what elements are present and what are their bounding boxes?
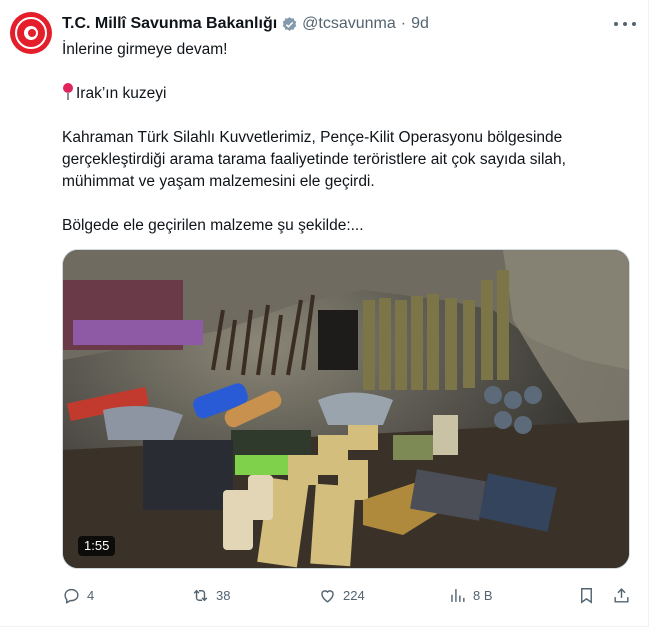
like-count: 224: [343, 587, 365, 603]
author-handle[interactable]: @tcsavunma: [302, 15, 396, 33]
reply-count: 4: [87, 587, 95, 603]
emblem-icon: [15, 17, 47, 49]
tweet-paragraph-line: gerçekleştirdiği arama tarama faaliyetin…: [62, 151, 566, 168]
avatar[interactable]: [10, 12, 52, 54]
share-icon: [614, 587, 629, 603]
share-button[interactable]: [612, 583, 637, 607]
author-name[interactable]: T.C. Millî Savunma Bakanlığı: [62, 15, 277, 33]
repost-count: 38: [216, 587, 231, 603]
verified-badge-icon: [281, 16, 298, 33]
tweet-actions: 4 38 224 8 B: [62, 583, 634, 607]
tweet-closing-line: Bölgede ele geçirilen malzeme şu şekilde…: [62, 217, 364, 234]
views-button[interactable]: 8 B: [448, 583, 493, 607]
bookmark-button[interactable]: [577, 583, 602, 607]
heart-icon: [321, 589, 334, 603]
video-thumbnail: [63, 250, 629, 568]
video-player[interactable]: 1:55: [62, 249, 630, 569]
tweet-text: İnlerine girmeye devam! Irak’ın kuzeyi K…: [62, 39, 622, 237]
views-chart-icon: [451, 588, 465, 602]
reply-button[interactable]: 4: [62, 583, 94, 607]
repost-button[interactable]: 38: [191, 583, 230, 607]
tweet-header: T.C. Millî Savunma Bakanlığı @tcsavunma …: [62, 13, 429, 35]
tweet-line-1: İnlerine girmeye devam!: [62, 41, 228, 58]
reply-icon: [64, 588, 79, 604]
round-pushpin-icon: [62, 83, 74, 101]
tweet-paragraph-line: mühimmat ve yaşam malzemesini ele geçird…: [62, 173, 375, 190]
tweet-paragraph-line: Kahraman Türk Silahlı Kuvvetlerimiz, Pen…: [62, 129, 563, 146]
views-count: 8 B: [473, 587, 493, 603]
tweet: T.C. Millî Savunma Bakanlığı @tcsavunma …: [0, 0, 649, 627]
video-duration: 1:55: [78, 536, 116, 556]
tweet-location: Irak’ın kuzeyi: [62, 83, 622, 105]
bookmark-icon: [581, 587, 592, 604]
like-button[interactable]: 224: [318, 583, 365, 607]
repost-icon: [193, 589, 208, 601]
tweet-timestamp[interactable]: 9d: [411, 15, 429, 33]
location-text: Irak’ın kuzeyi: [76, 85, 167, 102]
separator-dot: ·: [400, 15, 407, 32]
more-options-icon[interactable]: [614, 14, 636, 34]
